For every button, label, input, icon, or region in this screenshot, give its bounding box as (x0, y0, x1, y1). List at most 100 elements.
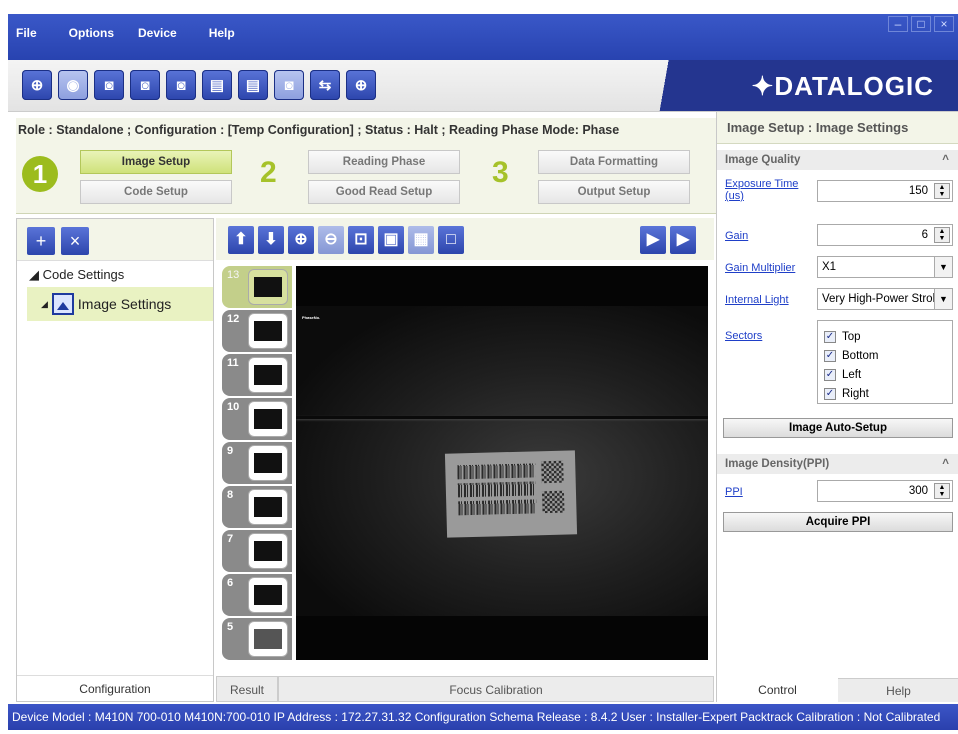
gain-label[interactable]: Gain (725, 230, 748, 242)
thumbnail[interactable]: 7 (222, 530, 292, 572)
thumbnail[interactable]: 5 (222, 618, 292, 660)
checkbox-checked-icon[interactable]: ✓ (824, 368, 836, 381)
collapse-icon[interactable]: ◢ (41, 299, 48, 310)
spinner-icon[interactable]: ▲ ▼ (934, 483, 950, 499)
arrow-up-icon[interactable]: ⬆ (228, 226, 254, 254)
thumbnail-image (248, 313, 288, 349)
camera-save-icon[interactable]: ◙ (166, 70, 196, 100)
minimize-icon[interactable]: – (888, 16, 908, 32)
thumbnail-number: 7 (227, 533, 234, 545)
internal-light-label[interactable]: Internal Light (725, 294, 789, 306)
thumbnail[interactable]: 12 (222, 310, 292, 352)
ppi-label[interactable]: PPI (725, 486, 743, 498)
step-forward-icon[interactable]: ▶ (670, 226, 696, 254)
add-icon[interactable]: + (27, 227, 55, 255)
collapse-icon[interactable]: ^ (942, 150, 949, 170)
gain-multiplier-label[interactable]: Gain Multiplier (725, 262, 795, 274)
image-auto-setup-button[interactable]: Image Auto-Setup (723, 418, 953, 438)
zoom-fit-icon[interactable]: ⊡ (348, 226, 374, 254)
data-formatting-button[interactable]: Data Formatting (538, 150, 690, 174)
sector-right[interactable]: ✓ Right (824, 384, 946, 403)
thumbnail-number: 12 (227, 313, 240, 325)
thumbnail-number: 6 (227, 577, 234, 589)
ppi-input[interactable]: 300 ▲ ▼ (817, 480, 953, 502)
sector-label: Top (842, 330, 861, 343)
camera-settings-icon[interactable]: ◉ (58, 70, 88, 100)
thumbnail[interactable]: 6 (222, 574, 292, 616)
spinner-icon[interactable]: ▲ ▼ (934, 183, 950, 199)
image-density-section[interactable]: Image Density(PPI) ^ (717, 454, 958, 474)
close-icon[interactable]: × (934, 16, 954, 32)
image-setup-button[interactable]: Image Setup (80, 150, 232, 174)
delete-icon[interactable]: × (61, 227, 89, 255)
maximize-icon[interactable]: □ (911, 16, 931, 32)
zoom-in-icon[interactable]: ⊕ (288, 226, 314, 254)
exposure-time-label[interactable]: Exposure Time (us) (725, 178, 809, 202)
menu-device[interactable]: Device (138, 26, 177, 40)
exposure-time-input[interactable]: 150 ▲ ▼ (817, 180, 953, 202)
thumbnail-number: 11 (227, 357, 239, 369)
code-setup-button[interactable]: Code Setup (80, 180, 232, 204)
menu-file[interactable]: File (16, 26, 37, 40)
image-quality-section[interactable]: Image Quality ^ (717, 150, 958, 170)
sectors-label[interactable]: Sectors (725, 330, 762, 342)
frame-icon[interactable]: □ (438, 226, 464, 254)
window-save-icon[interactable]: ▤ (238, 70, 268, 100)
parameters-panel: Image Setup : Image Settings Image Quali… (716, 112, 958, 702)
tab-help[interactable]: Help (838, 678, 958, 702)
thumbnail[interactable]: 10 (222, 398, 292, 440)
step-3-badge: 3 (492, 156, 509, 189)
reading-phase-button[interactable]: Reading Phase (308, 150, 460, 174)
configuration-tab[interactable]: Configuration (17, 675, 213, 701)
tab-focus-calibration[interactable]: Focus Calibration (278, 676, 714, 702)
camera-export-icon[interactable]: ◙ (130, 70, 160, 100)
checkbox-checked-icon[interactable]: ✓ (824, 349, 836, 362)
device-status-bar: Device Model : M410N 700-010 M410N:700-0… (8, 704, 958, 730)
acquire-ppi-button[interactable]: Acquire PPI (723, 512, 953, 532)
connect-icon[interactable]: ⊕ (22, 70, 52, 100)
menu-options[interactable]: Options (69, 26, 114, 40)
camera-add-icon[interactable]: ◙ (94, 70, 124, 100)
sector-left[interactable]: ✓ Left (824, 365, 946, 384)
spinner-icon[interactable]: ▲ ▼ (934, 227, 950, 243)
tree-item-code-settings[interactable]: ◢ Code Settings (29, 267, 124, 283)
transfer-icon[interactable]: ⇆ (310, 70, 340, 100)
gain-value: 6 (921, 229, 928, 241)
tab-control[interactable]: Control (717, 678, 838, 702)
acquired-image[interactable]: PhaseNo. (296, 266, 708, 660)
menu-help[interactable]: Help (209, 26, 235, 40)
chevron-down-icon[interactable]: ▼ (934, 289, 952, 309)
play-icon[interactable]: ▶ (640, 226, 666, 254)
panel-title: Image Setup : Image Settings (717, 112, 958, 144)
window-export-icon[interactable]: ▤ (202, 70, 232, 100)
thumbnail[interactable]: 9 (222, 442, 292, 484)
grid-icon[interactable]: ▦ (408, 226, 434, 254)
gain-input[interactable]: 6 ▲ ▼ (817, 224, 953, 246)
good-read-setup-button[interactable]: Good Read Setup (308, 180, 460, 204)
sector-top[interactable]: ✓ Top (824, 327, 946, 346)
internal-light-select[interactable]: Very High-Power Strobe ▼ (817, 288, 953, 310)
checkbox-checked-icon[interactable]: ✓ (824, 387, 836, 400)
sector-bottom[interactable]: ✓ Bottom (824, 346, 946, 365)
datamatrix-code (541, 460, 564, 484)
output-setup-button[interactable]: Output Setup (538, 180, 690, 204)
sector-label: Left (842, 368, 862, 381)
collapse-icon[interactable]: ◢ (29, 267, 39, 282)
thumbnail[interactable]: 13 (222, 266, 292, 308)
collapse-icon[interactable]: ^ (942, 454, 949, 474)
exposure-value: 150 (908, 185, 928, 197)
zoom-out-icon[interactable]: ⊖ (318, 226, 344, 254)
section-title: Image Density(PPI) (725, 458, 830, 470)
tree-item-image-settings[interactable]: ◢ Image Settings (27, 287, 213, 321)
arrow-down-icon[interactable]: ⬇ (258, 226, 284, 254)
steps-area: 1 Image Setup Code Setup 2 Reading Phase… (16, 142, 716, 214)
chevron-down-icon[interactable]: ▼ (934, 257, 952, 277)
camera-disabled-icon[interactable]: ◙ (274, 70, 304, 100)
thumbnail[interactable]: 11 (222, 354, 292, 396)
crosshair-icon[interactable]: ⊕ (346, 70, 376, 100)
gain-multiplier-select[interactable]: X1 ▼ (817, 256, 953, 278)
checkbox-checked-icon[interactable]: ✓ (824, 330, 836, 343)
tab-result[interactable]: Result (216, 676, 278, 702)
thumbnail[interactable]: 8 (222, 486, 292, 528)
save-image-icon[interactable]: ▣ (378, 226, 404, 254)
